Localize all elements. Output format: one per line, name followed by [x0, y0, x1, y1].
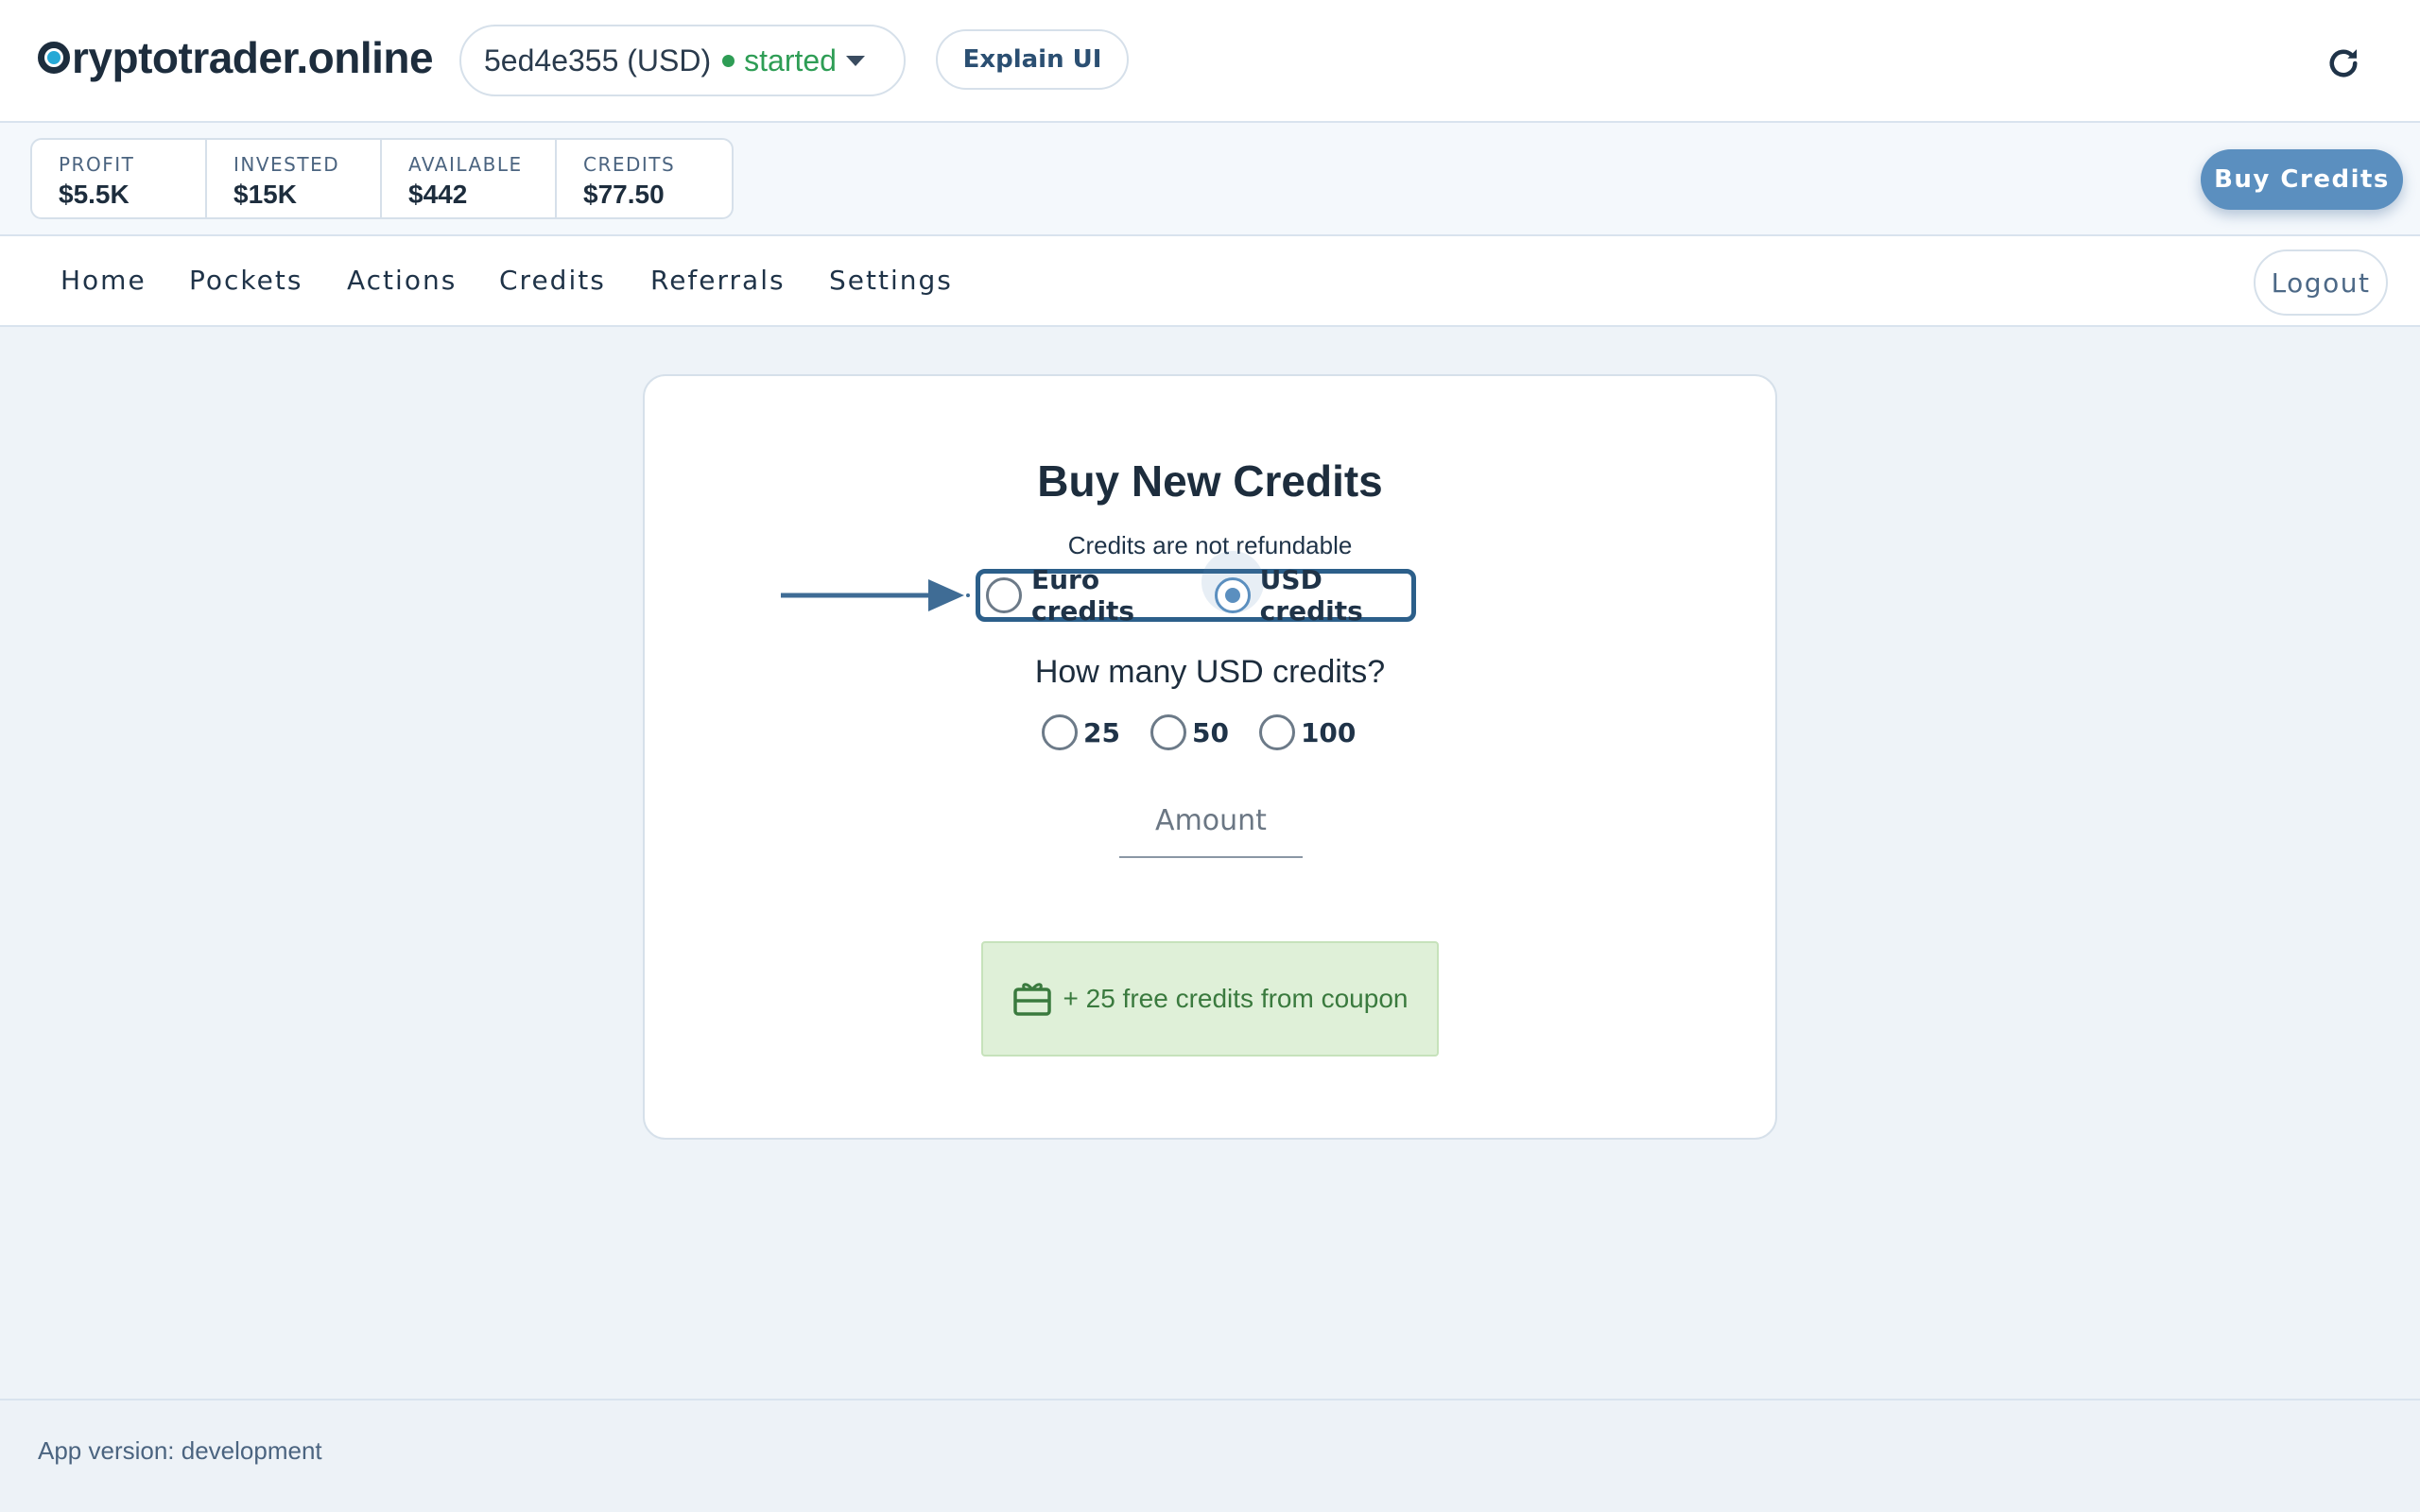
stat-label: AVAILABLE — [408, 153, 523, 176]
app-version: App version: development — [38, 1436, 322, 1465]
refund-notice: Credits are not refundable — [1067, 531, 1353, 559]
refresh-icon[interactable] — [2324, 43, 2363, 83]
stat-available: AVAILABLE $442 — [382, 140, 557, 217]
stat-value: $15K — [233, 180, 297, 209]
stat-profit: PROFIT $5.5K — [32, 140, 207, 217]
stat-label: CREDITS — [583, 153, 676, 176]
stat-value: $77.50 — [583, 180, 665, 209]
amount-radio-group: 25 50 100 — [1042, 714, 1386, 750]
explain-ui-button[interactable]: Explain UI — [936, 29, 1129, 90]
amount-label: 50 — [1191, 716, 1229, 748]
pocket-id: 5ed4e355 (USD) — [484, 43, 712, 77]
pointer-arrow-icon — [781, 579, 970, 611]
chevron-down-icon — [845, 55, 865, 66]
logout-button[interactable]: Logout — [2254, 249, 2388, 316]
radio-100[interactable] — [1258, 714, 1295, 750]
nav-item-home[interactable]: Home — [60, 265, 147, 296]
logo-icon — [38, 42, 70, 74]
top-header: ryptotrader.online 5ed4e355 (USD) starte… — [0, 0, 2420, 123]
usd-credits-option[interactable]: USD credits — [1201, 551, 1411, 627]
account-stats: PROFIT $5.5K INVESTED $15K AVAILABLE $44… — [30, 138, 734, 219]
gift-card-icon — [1012, 983, 1051, 1016]
pocket-selector[interactable]: 5ed4e355 (USD) started — [459, 25, 906, 96]
amount-label: 100 — [1300, 716, 1357, 748]
brand-logo-link[interactable]: ryptotrader.online — [38, 32, 434, 83]
footer: App version: development — [0, 1399, 2420, 1512]
nav-item-referrals[interactable]: Referrals — [650, 265, 786, 296]
stat-invested: INVESTED $15K — [207, 140, 382, 217]
radio-50[interactable] — [1150, 714, 1186, 750]
amount-label: 25 — [1083, 716, 1120, 748]
stat-value: $5.5K — [59, 180, 130, 209]
stat-label: INVESTED — [233, 153, 340, 176]
amount-option-50[interactable]: 50 — [1150, 714, 1229, 750]
amount-option-100[interactable]: 100 — [1258, 714, 1357, 750]
radio-25[interactable] — [1042, 714, 1078, 750]
nav-item-credits[interactable]: Credits — [499, 265, 606, 296]
usd-credits-label: USD credits — [1259, 564, 1363, 627]
status-dot-icon — [722, 54, 735, 67]
stat-credits: CREDITS $77.50 — [557, 140, 732, 217]
stats-bar: PROFIT $5.5K INVESTED $15K AVAILABLE $44… — [0, 123, 2420, 236]
nav-item-settings[interactable]: Settings — [829, 265, 953, 296]
nav-item-pockets[interactable]: Pockets — [189, 265, 302, 296]
amount-input[interactable] — [1119, 784, 1303, 858]
euro-credits-option[interactable]: Euro credits — [986, 564, 1188, 627]
buy-credits-button[interactable]: Buy Credits — [2201, 149, 2403, 210]
pocket-status: started — [744, 43, 837, 77]
brand-name: ryptotrader.online — [72, 33, 434, 82]
currency-radio-group: Euro credits USD credits — [976, 551, 1416, 627]
coupon-notice: + 25 free credits from coupon — [981, 941, 1439, 1057]
euro-credits-label: Euro credits — [1031, 564, 1135, 627]
buy-credits-card: Buy New Credits Credits are not refundab… — [643, 374, 1777, 1140]
amount-option-25[interactable]: 25 — [1042, 714, 1120, 750]
stat-value: $442 — [408, 180, 468, 209]
page-title: Buy New Credits — [1037, 456, 1383, 506]
coupon-text: + 25 free credits from coupon — [1063, 984, 1409, 1013]
radio-euro[interactable] — [986, 577, 1022, 613]
radio-usd[interactable] — [1214, 577, 1251, 613]
nav-item-actions[interactable]: Actions — [347, 265, 457, 296]
stat-label: PROFIT — [59, 153, 135, 176]
amount-question: How many USD credits? — [1034, 654, 1386, 690]
main-nav: Home Pockets Actions Credits Referrals S… — [0, 236, 2420, 327]
